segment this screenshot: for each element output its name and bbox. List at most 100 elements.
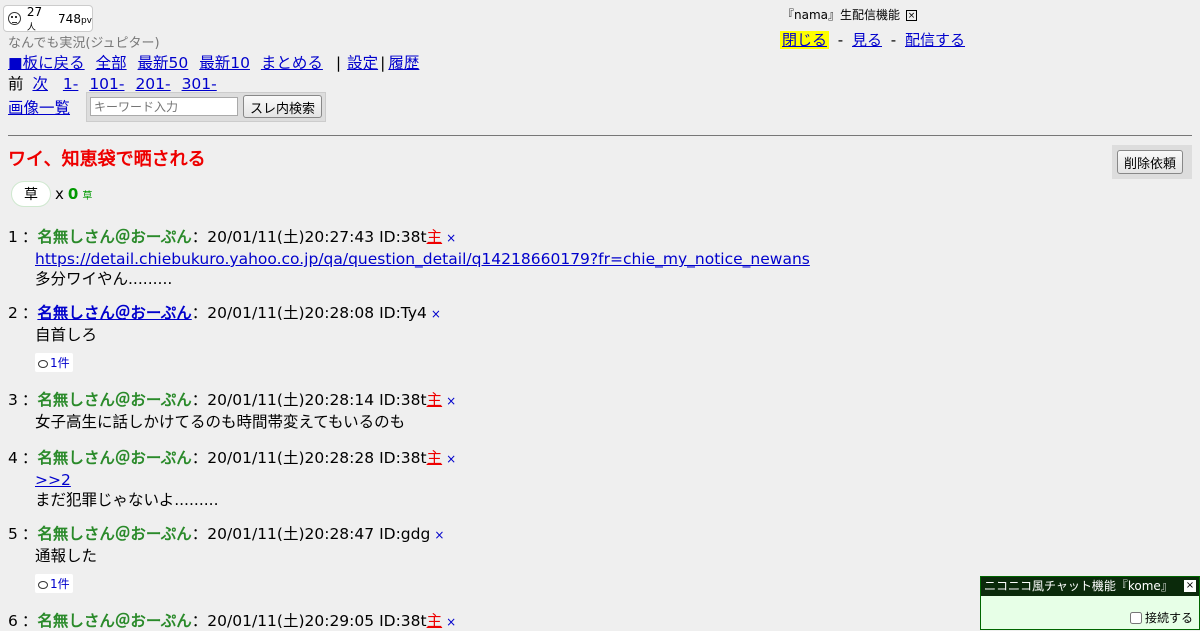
settings-link[interactable]: 設定 [347, 54, 378, 72]
delete-icon[interactable]: × [446, 615, 456, 629]
pager: 前 次 1- 101- 201- 301- [8, 72, 223, 94]
kusa-times: x [55, 185, 64, 203]
post-date: 20/01/11(土)20:28:08 [207, 304, 375, 322]
post-date: 20/01/11(土)20:29:05 [207, 612, 375, 630]
poster-id: ID:38t [379, 449, 427, 467]
post: 2 ：名無しさん＠おーぷん：20/01/11(土)20:28:08 ID:Ty4 ×… [8, 304, 441, 372]
post-text: まだ犯罪じゃないよ......... [35, 491, 219, 509]
range-101-link[interactable]: 101- [89, 75, 124, 93]
reply-count[interactable]: 1件 [35, 574, 73, 593]
thread-search: スレ内検索 [86, 92, 326, 122]
poster-id: ID:Ty4 [379, 304, 427, 322]
post-date: 20/01/11(土)20:28:47 [207, 525, 375, 543]
delete-icon[interactable]: × [431, 307, 441, 321]
close-icon[interactable]: × [1184, 580, 1196, 592]
keyword-input[interactable] [90, 97, 238, 116]
post-link[interactable]: https://detail.chiebukuro.yahoo.co.jp/qa… [35, 250, 810, 268]
pageview-count: 748pv [58, 11, 92, 26]
post-number: 1 [8, 228, 18, 246]
delete-icon[interactable]: × [446, 231, 456, 245]
post-number: 5 [8, 525, 18, 543]
range-301-link[interactable]: 301- [182, 75, 217, 93]
kusa-reaction: 草 x 0 草 [8, 180, 92, 208]
prev-label: 前 [8, 75, 24, 93]
speech-bubble-icon [38, 360, 48, 368]
thread-title: ワイ、知恵袋で晒される [8, 149, 206, 170]
post-date: 20/01/11(土)20:28:14 [207, 391, 375, 409]
nama-title: 『nama』生配信機能 [782, 8, 901, 22]
nama-watch-link[interactable]: 見る [852, 31, 882, 49]
delete-icon[interactable]: × [446, 394, 456, 408]
poster-name: 名無しさん＠おーぷん [37, 525, 192, 543]
summarize-link[interactable]: まとめる [261, 54, 323, 72]
viewer-counter: 27人 748pv [3, 4, 93, 33]
nama-close-link[interactable]: 閉じる [780, 31, 830, 49]
nav-separator: | [335, 54, 342, 72]
chat-widget: ニコニコ風チャット機能『kome』 × 接続する [980, 576, 1200, 630]
connect-checkbox[interactable] [1129, 611, 1142, 624]
poster-name: 名無しさん＠おーぷん [37, 228, 192, 246]
chat-title: ニコニコ風チャット機能『kome』 [984, 579, 1173, 593]
chat-header: ニコニコ風チャット機能『kome』 × [981, 577, 1199, 596]
delete-request-box: 削除依頼 [1112, 145, 1192, 179]
range-1-link[interactable]: 1- [63, 75, 78, 93]
poster-name: 名無しさん＠おーぷん [37, 449, 192, 467]
viewer-count: 27人 [26, 4, 43, 33]
close-icon[interactable]: × [906, 10, 918, 21]
nama-broadcast-link[interactable]: 配信する [905, 31, 965, 49]
post: 3 ：名無しさん＠おーぷん：20/01/11(土)20:28:14 ID:38t主… [8, 391, 457, 431]
post-date: 20/01/11(土)20:27:43 [207, 228, 375, 246]
post-text: 自首しろ [35, 326, 98, 344]
next-link[interactable]: 次 [32, 75, 48, 93]
post-number: 4 [8, 449, 18, 467]
owner-mark[interactable]: 主 [427, 612, 443, 630]
divider [8, 135, 1192, 136]
delete-icon[interactable]: × [434, 528, 444, 542]
history-link[interactable]: 履歴 [388, 54, 419, 72]
post-number: 6 [8, 612, 18, 630]
post-text: 通報した [35, 547, 98, 565]
delete-request-button[interactable]: 削除依頼 [1117, 150, 1184, 174]
poster-name: 名無しさん＠おーぷん [37, 612, 192, 630]
post: 6 ：名無しさん＠おーぷん：20/01/11(土)20:29:05 ID:38t主… [8, 612, 457, 630]
post-text: 多分ワイやん......... [35, 270, 173, 288]
board-name: なんでも実況(ジュピター) [8, 36, 160, 51]
dash: - [890, 31, 897, 49]
nav-separator: | [380, 54, 386, 72]
post: 4 ：名無しさん＠おーぷん：20/01/11(土)20:28:28 ID:38t主… [8, 449, 457, 509]
chat-connect[interactable]: 接続する [1129, 609, 1193, 626]
smiley-icon [8, 12, 21, 25]
image-list-link[interactable]: 画像一覧 [8, 96, 70, 118]
kusa-button[interactable]: 草 [11, 181, 51, 207]
nama-panel: 『nama』生配信機能 × [782, 6, 918, 23]
post-number: 3 [8, 391, 18, 409]
reply-anchor-link[interactable]: >>2 [35, 471, 71, 489]
kusa-count: 0 [67, 185, 79, 203]
reply-count[interactable]: 1件 [35, 353, 73, 372]
nama-links: 閉じる - 見る - 配信する [780, 29, 965, 50]
post: 5 ：名無しさん＠おーぷん：20/01/11(土)20:28:47 ID:gdg ×… [8, 525, 445, 593]
thread-nav: ■板に戻る 全部 最新50 最新10 まとめる | 設定 | 履歴 [8, 51, 425, 73]
poster-id: ID:38t [379, 391, 427, 409]
kusa-suffix: 草 [82, 190, 93, 202]
connect-label: 接続する [1144, 611, 1193, 625]
latest50-link[interactable]: 最新50 [138, 54, 189, 72]
post-date: 20/01/11(土)20:28:28 [207, 449, 375, 467]
all-posts-link[interactable]: 全部 [96, 54, 127, 72]
owner-mark[interactable]: 主 [427, 449, 443, 467]
post-number: 2 [8, 304, 18, 322]
delete-icon[interactable]: × [446, 452, 456, 466]
post-text: 女子高生に話しかけてるのも時間帯変えてもいるのも [35, 413, 406, 431]
poster-id: ID:38t [379, 612, 427, 630]
owner-mark[interactable]: 主 [427, 391, 443, 409]
post: 1 ：名無しさん＠おーぷん：20/01/11(土)20:27:43 ID:38t主… [8, 228, 810, 288]
back-to-board-link[interactable]: ■板に戻る [8, 54, 85, 72]
range-201-link[interactable]: 201- [135, 75, 170, 93]
search-button[interactable]: スレ内検索 [243, 95, 323, 118]
owner-mark[interactable]: 主 [427, 228, 443, 246]
poster-id: ID:gdg [379, 525, 431, 543]
latest10-link[interactable]: 最新10 [199, 54, 250, 72]
speech-bubble-icon [38, 581, 48, 589]
poster-id: ID:38t [379, 228, 427, 246]
poster-name-link[interactable]: 名無しさん＠おーぷん [37, 304, 191, 322]
